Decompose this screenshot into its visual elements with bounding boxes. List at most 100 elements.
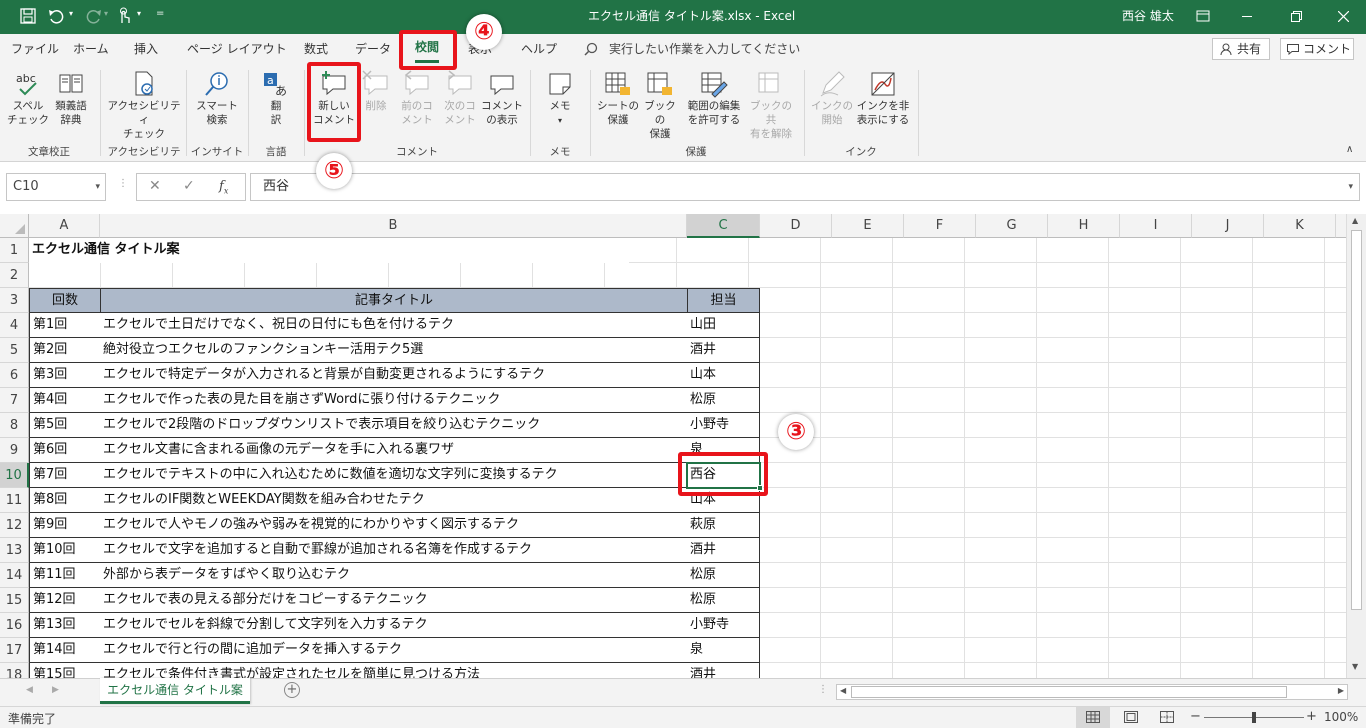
table-cell-title[interactable]: エクセルで行と行の間に追加データを挿入するテク — [100, 638, 688, 663]
ribbon-display-options-icon[interactable] — [1196, 10, 1210, 22]
name-box-dropdown-icon[interactable]: ▾ — [95, 174, 100, 200]
save-icon[interactable] — [20, 8, 36, 24]
table-cell-count[interactable]: 第3回 — [29, 363, 101, 388]
horizontal-scroll-thumb[interactable] — [851, 686, 1287, 698]
allow-edit-ranges-button[interactable]: 範囲の編集 を許可する — [682, 68, 746, 127]
table-cell-count[interactable]: 第2回 — [29, 338, 101, 363]
undo-dropdown-icon[interactable]: ▾ — [69, 9, 73, 18]
table-cell-title[interactable]: 外部から表データをすばやく取り込むテク — [100, 563, 688, 588]
customize-qat-icon[interactable]: = — [156, 8, 164, 19]
table-cell-count[interactable]: 第10回 — [29, 538, 101, 563]
select-all-corner[interactable] — [0, 214, 29, 238]
table-cell-title[interactable]: エクセルで条件付き書式が設定されたセルを簡単に見つける方法 — [100, 663, 688, 678]
zoom-slider-thumb[interactable] — [1252, 712, 1256, 723]
row-header[interactable]: 11 — [0, 488, 29, 513]
table-cell-title[interactable]: エクセルで表の見える部分だけをコピーするテクニック — [100, 588, 688, 613]
row-header[interactable]: 14 — [0, 563, 29, 588]
accessibility-button[interactable]: アクセシビリティ チェック — [104, 68, 184, 141]
sheet-tab-active[interactable]: エクセル通信 タイトル案 — [100, 678, 250, 704]
row-header[interactable]: 7 — [0, 388, 29, 413]
name-box[interactable]: C10 ▾ — [6, 173, 106, 201]
table-cell-owner[interactable]: 山田 — [687, 313, 760, 338]
scroll-right-icon[interactable]: ▶ — [1338, 686, 1344, 695]
protect-sheet-button[interactable]: シートの 保護 — [594, 68, 642, 127]
table-cell-count[interactable]: 第5回 — [29, 413, 101, 438]
normal-view-button[interactable] — [1076, 707, 1110, 728]
protect-workbook-button[interactable]: ブックの 保護 — [640, 68, 680, 141]
column-header-h[interactable]: H — [1048, 214, 1120, 238]
insert-function-icon[interactable]: fx — [219, 179, 228, 196]
table-cell-title[interactable]: エクセルで作った表の見た目を崩さずWordに張り付けるテクニック — [100, 388, 688, 413]
scroll-up-icon[interactable]: ▲ — [1352, 216, 1358, 225]
expand-formula-icon[interactable]: ▾ — [1348, 174, 1353, 200]
enter-icon[interactable]: ✓ — [183, 178, 195, 194]
column-header-c[interactable]: C — [687, 214, 760, 238]
table-cell-owner[interactable]: 松原 — [687, 563, 760, 588]
close-icon[interactable] — [1338, 11, 1349, 22]
table-cell-count[interactable]: 第11回 — [29, 563, 101, 588]
row-header[interactable]: 12 — [0, 513, 29, 538]
user-name[interactable]: 西谷 雄太 — [1122, 0, 1174, 32]
spelling-button[interactable]: abc スペル チェック — [6, 68, 50, 127]
table-cell-title[interactable]: エクセルのIF関数とWEEKDAY関数を組み合わせたテク — [100, 488, 688, 513]
formula-input[interactable]: 西谷 ▾ — [250, 173, 1360, 201]
column-header-a[interactable]: A — [29, 214, 100, 238]
row-header[interactable]: 1 — [0, 238, 29, 263]
header-cell-owner[interactable]: 担当 — [687, 288, 760, 313]
table-cell-count[interactable]: 第15回 — [29, 663, 101, 678]
tab-data[interactable]: データ — [355, 34, 391, 64]
column-header-k[interactable]: K — [1264, 214, 1336, 238]
table-cell-owner[interactable]: 小野寺 — [687, 413, 760, 438]
row-header[interactable]: 10 — [0, 463, 29, 488]
page-break-view-icon[interactable] — [1160, 711, 1174, 723]
table-cell-count[interactable]: 第6回 — [29, 438, 101, 463]
share-button[interactable]: 共有 — [1212, 38, 1270, 60]
table-cell-count[interactable]: 第7回 — [29, 463, 101, 488]
table-cell-count[interactable]: 第13回 — [29, 613, 101, 638]
horizontal-scrollbar[interactable]: ◀ ▶ — [836, 684, 1348, 700]
sheet-title-cell[interactable]: エクセル通信 タイトル案 — [29, 238, 629, 263]
restore-icon[interactable] — [1291, 11, 1302, 22]
column-header-g[interactable]: G — [976, 214, 1048, 238]
table-cell-title[interactable]: エクセルで2段階のドロップダウンリストで表示項目を絞り込むテクニック — [100, 413, 688, 438]
table-cell-title[interactable]: エクセルでセルを斜線で分割して文字列を入力するテク — [100, 613, 688, 638]
header-cell-count[interactable]: 回数 — [29, 288, 101, 313]
table-cell-count[interactable]: 第1回 — [29, 313, 101, 338]
table-cell-count[interactable]: 第9回 — [29, 513, 101, 538]
notes-button[interactable]: メモ ▾ — [536, 68, 584, 128]
row-header[interactable]: 18 — [0, 663, 29, 678]
tab-split-grip-icon[interactable]: ⋮ — [818, 684, 828, 695]
table-cell-count[interactable]: 第12回 — [29, 588, 101, 613]
table-cell-owner[interactable]: 泉 — [687, 638, 760, 663]
row-header[interactable]: 16 — [0, 613, 29, 638]
table-cell-title[interactable]: エクセルで特定データが入力されると背景が自動変更されるようにするテク — [100, 363, 688, 388]
zoom-level[interactable]: 100% — [1324, 710, 1358, 724]
table-cell-owner[interactable]: 松原 — [687, 588, 760, 613]
table-cell-title[interactable]: 絶対役立つエクセルのファンクションキー活用テク5選 — [100, 338, 688, 363]
tab-home[interactable]: ホーム — [73, 34, 109, 64]
table-cell-owner[interactable]: 酒井 — [687, 663, 760, 678]
row-header[interactable]: 4 — [0, 313, 29, 338]
table-cell-count[interactable]: 第14回 — [29, 638, 101, 663]
translate-button[interactable]: aあ 翻 訳 — [252, 68, 300, 127]
column-header-i[interactable]: I — [1120, 214, 1192, 238]
row-header[interactable]: 15 — [0, 588, 29, 613]
undo-icon[interactable] — [48, 8, 66, 24]
row-header[interactable]: 3 — [0, 288, 29, 313]
sheet-prev-icon[interactable]: ◀ — [26, 685, 33, 695]
zoom-slider[interactable] — [1204, 712, 1304, 723]
row-header[interactable]: 9 — [0, 438, 29, 463]
minimize-icon[interactable] — [1242, 16, 1252, 17]
table-cell-title[interactable]: エクセルで文字を追加すると自動で罫線が追加される名簿を作成するテク — [100, 538, 688, 563]
table-cell-owner[interactable]: 山本 — [687, 363, 760, 388]
table-cell-title[interactable]: エクセルで土日だけでなく、祝日の日付にも色を付けるテク — [100, 313, 688, 338]
row-header[interactable]: 6 — [0, 363, 29, 388]
table-cell-owner[interactable]: 萩原 — [687, 513, 760, 538]
header-cell-title[interactable]: 記事タイトル — [100, 288, 688, 313]
cell-a[interactable] — [29, 263, 100, 288]
table-cell-count[interactable]: 第8回 — [29, 488, 101, 513]
table-cell-title[interactable]: エクセル文書に含まれる画像の元データを手に入れる裏ワザ — [100, 438, 688, 463]
row-header[interactable]: 13 — [0, 538, 29, 563]
tab-page-layout[interactable]: ページ レイアウト — [187, 34, 287, 64]
tab-help[interactable]: ヘルプ — [521, 34, 557, 64]
